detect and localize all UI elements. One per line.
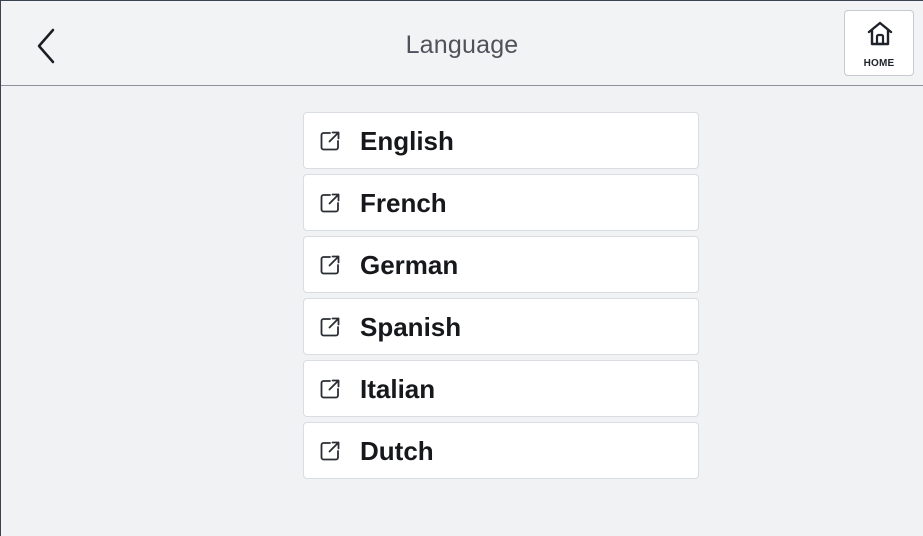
language-label: German bbox=[360, 250, 459, 280]
page-title: Language bbox=[405, 31, 519, 59]
language-label: Italian bbox=[360, 374, 436, 404]
language-item-english[interactable]: English bbox=[303, 112, 699, 169]
home-button[interactable]: HOME bbox=[844, 10, 914, 76]
language-item-italian[interactable]: Italian bbox=[303, 360, 699, 417]
language-label: French bbox=[360, 188, 447, 218]
external-link-icon bbox=[320, 379, 340, 399]
external-link-icon bbox=[320, 193, 340, 213]
external-link-icon bbox=[320, 131, 340, 151]
language-label: Spanish bbox=[360, 312, 462, 342]
external-link-icon bbox=[320, 317, 340, 337]
language-item-german[interactable]: German bbox=[303, 236, 699, 293]
language-label: Dutch bbox=[360, 436, 434, 466]
language-label: English bbox=[360, 126, 454, 156]
language-screen: Language HOME English French German Span… bbox=[0, 0, 923, 536]
language-item-dutch[interactable]: Dutch bbox=[303, 422, 699, 479]
home-label: HOME bbox=[863, 58, 895, 69]
top-bar: Language HOME bbox=[1, 1, 923, 86]
language-item-spanish[interactable]: Spanish bbox=[303, 298, 699, 355]
home-icon bbox=[867, 21, 893, 46]
language-list: English French German Spanish Italian Du… bbox=[303, 112, 699, 484]
external-link-icon bbox=[320, 441, 340, 461]
external-link-icon bbox=[320, 255, 340, 275]
language-item-french[interactable]: French bbox=[303, 174, 699, 231]
